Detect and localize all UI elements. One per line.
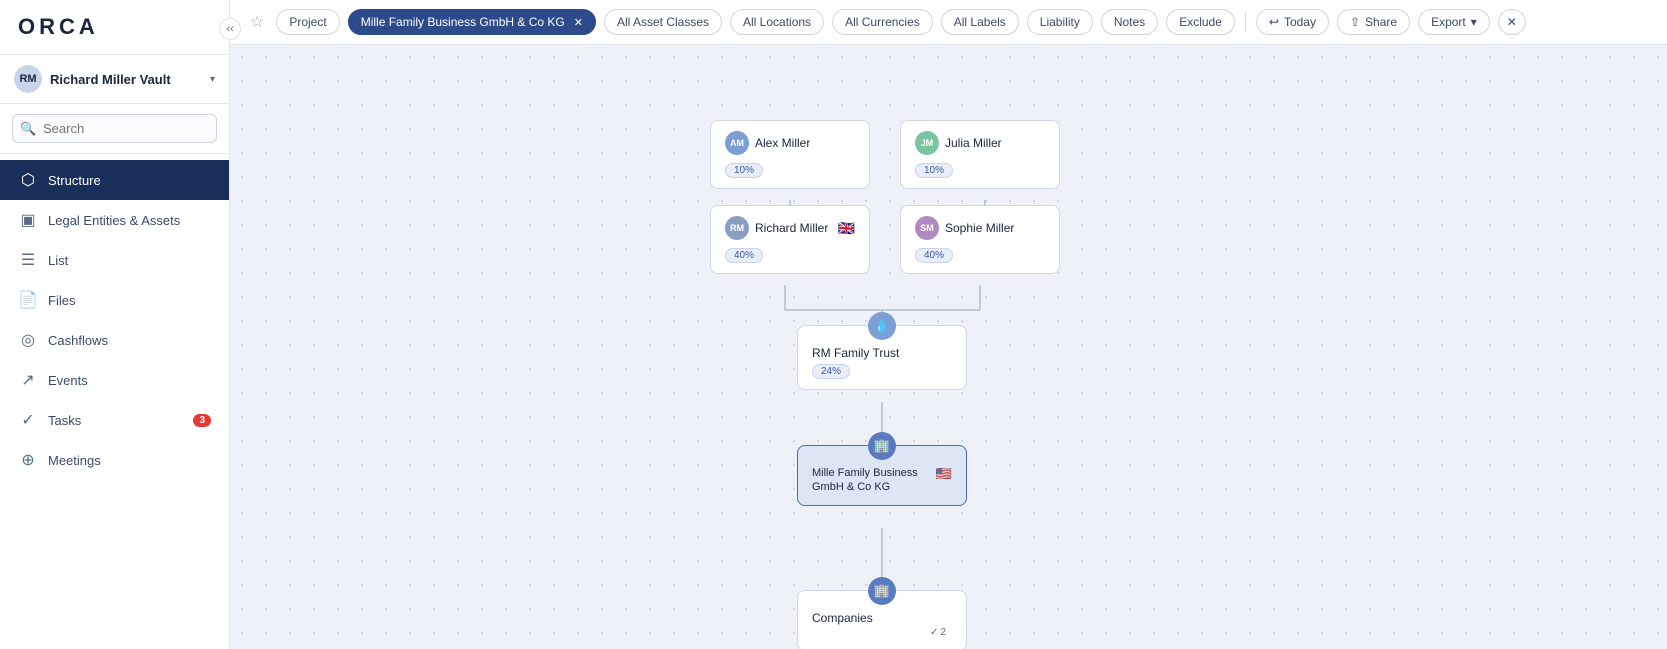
toolbar-btn-extra[interactable]: ✕ (1498, 9, 1526, 35)
meetings-icon: ⊕ (18, 450, 38, 470)
export-chevron-icon: ▾ (1471, 15, 1477, 29)
vault-name: Richard Miller Vault (50, 72, 171, 87)
vault-selector[interactable]: RM Richard Miller Vault ▾ (0, 55, 229, 104)
toolbar-btn-locations[interactable]: All Locations (730, 9, 824, 35)
node-percent: 10% (725, 163, 763, 178)
main-content: ☆ Project Mille Family Business GmbH & C… (230, 0, 1667, 649)
sidebar-item-label: Files (48, 293, 75, 308)
node-avatar: AM (725, 131, 749, 155)
org-chart-canvas[interactable]: AM Alex Miller 10% JM Julia Miller 10% R… (230, 45, 1667, 649)
node-mille-family-business[interactable]: 🏢 Mille Family Business GmbH & Co KG 🇺🇸 (797, 445, 967, 506)
sidebar-item-list[interactable]: ☰ List (0, 240, 229, 280)
sidebar-item-label: Events (48, 373, 88, 388)
sidebar-item-structure[interactable]: ⬡ Structure (0, 160, 229, 200)
expand-icon: ✓ (930, 627, 938, 638)
search-input[interactable] (12, 114, 217, 143)
toolbar-btn-liability[interactable]: Liability (1027, 9, 1093, 35)
list-icon: ☰ (18, 250, 38, 270)
more-icon: ✕ (1507, 15, 1517, 29)
node-percent: 40% (915, 248, 953, 263)
toolbar-btn-project[interactable]: Project (276, 9, 339, 35)
node-avatar: RM (725, 216, 749, 240)
companies-icon: 🏢 (868, 577, 896, 605)
toolbar: ☆ Project Mille Family Business GmbH & C… (230, 0, 1667, 45)
tasks-icon: ✓ (18, 410, 38, 430)
logo: ORCA (18, 14, 99, 40)
node-name: RM Family Trust (812, 346, 952, 360)
today-icon: ↩ (1269, 15, 1279, 29)
search-icon: 🔍 (20, 121, 36, 137)
node-avatar: JM (915, 131, 939, 155)
flag-icon: 🇬🇧 (838, 220, 855, 237)
node-alex-miller[interactable]: AM Alex Miller 10% (710, 120, 870, 189)
node-percent: 40% (725, 248, 763, 263)
share-icon: ⇧ (1350, 15, 1360, 29)
node-percent: 10% (915, 163, 953, 178)
node-name: Julia Miller (945, 136, 1002, 150)
search-area: 🔍 (0, 104, 229, 154)
expand-controls[interactable]: ✓ 2 (812, 625, 952, 640)
company-icon: 🏢 (868, 432, 896, 460)
node-name: Alex Miller (755, 136, 810, 150)
sidebar-item-events[interactable]: ↗ Events (0, 360, 229, 400)
sidebar-item-meetings[interactable]: ⊕ Meetings (0, 440, 229, 480)
sidebar-item-label: Meetings (48, 453, 101, 468)
toolbar-btn-share[interactable]: ⇧ Share (1337, 9, 1410, 35)
node-name: Sophie Miller (945, 221, 1014, 235)
sidebar-nav: ⬡ Structure ▣ Legal Entities & Assets ☰ … (0, 154, 229, 649)
toolbar-btn-export[interactable]: Export ▾ (1418, 9, 1490, 35)
trust-icon: 💧 (868, 312, 896, 340)
close-icon: ✕ (574, 16, 583, 29)
sidebar-item-label: Cashflows (48, 333, 108, 348)
sidebar-item-tasks[interactable]: ✓ Tasks 3 (0, 400, 229, 440)
toolbar-btn-currencies[interactable]: All Currencies (832, 9, 933, 35)
legal-entities-icon: ▣ (18, 210, 38, 230)
sidebar-item-files[interactable]: 📄 Files (0, 280, 229, 320)
sidebar: ‹‹ ORCA RM Richard Miller Vault ▾ 🔍 ⬡ St… (0, 0, 230, 649)
node-name: Mille Family Business GmbH & Co KG (812, 466, 932, 495)
node-name: Companies (812, 611, 952, 625)
toolbar-divider (1245, 11, 1246, 33)
toolbar-btn-exclude[interactable]: Exclude (1166, 9, 1235, 35)
toolbar-btn-today[interactable]: ↩ Today (1256, 9, 1329, 35)
cashflows-icon: ◎ (18, 330, 38, 350)
sidebar-item-label: Legal Entities & Assets (48, 213, 180, 228)
sidebar-item-legal-entities[interactable]: ▣ Legal Entities & Assets (0, 200, 229, 240)
node-avatar: SM (915, 216, 939, 240)
toolbar-btn-labels[interactable]: All Labels (941, 9, 1019, 35)
toolbar-btn-notes[interactable]: Notes (1101, 9, 1158, 35)
sidebar-collapse-button[interactable]: ‹‹ (219, 18, 241, 40)
node-rm-family-trust[interactable]: 💧 RM Family Trust 24% (797, 325, 967, 390)
flag-icon: 🇺🇸 (936, 466, 952, 482)
vault-chevron-icon: ▾ (210, 74, 215, 85)
structure-icon: ⬡ (18, 170, 38, 190)
toolbar-btn-selected-entity[interactable]: Mille Family Business GmbH & Co KG ✕ (348, 9, 596, 35)
node-richard-miller[interactable]: RM Richard Miller 🇬🇧 40% (710, 205, 870, 274)
node-julia-miller[interactable]: JM Julia Miller 10% (900, 120, 1060, 189)
toolbar-btn-asset-classes[interactable]: All Asset Classes (604, 9, 722, 35)
sidebar-item-label: Structure (48, 173, 101, 188)
expand-count: 2 (940, 627, 946, 638)
sidebar-item-cashflows[interactable]: ◎ Cashflows (0, 320, 229, 360)
files-icon: 📄 (18, 290, 38, 310)
events-icon: ↗ (18, 370, 38, 390)
tasks-badge: 3 (193, 414, 211, 427)
node-percent: 24% (812, 364, 850, 379)
node-name: Richard Miller (755, 221, 828, 235)
star-button[interactable]: ☆ (246, 8, 268, 36)
node-companies[interactable]: 🏢 Companies ✓ 2 (797, 590, 967, 649)
sidebar-item-label: List (48, 253, 68, 268)
vault-avatar: RM (14, 65, 42, 93)
node-sophie-miller[interactable]: SM Sophie Miller 40% (900, 205, 1060, 274)
logo-area: ORCA (0, 0, 229, 55)
sidebar-item-label: Tasks (48, 413, 81, 428)
